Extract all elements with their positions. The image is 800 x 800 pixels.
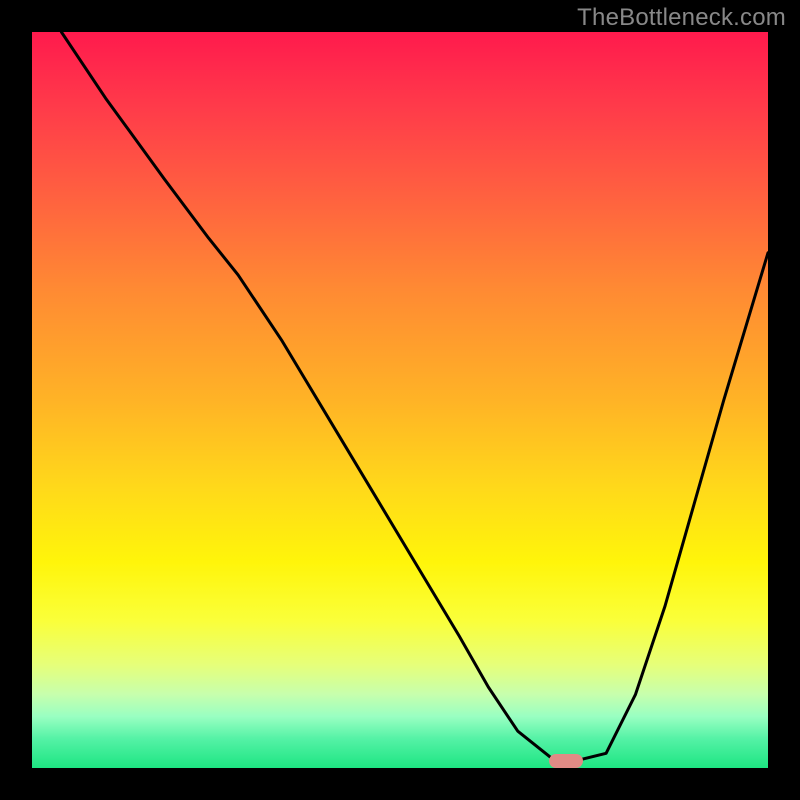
chart-frame: TheBottleneck.com xyxy=(0,0,800,800)
plot-area xyxy=(32,32,768,768)
minimum-marker xyxy=(549,754,583,768)
watermark-text: TheBottleneck.com xyxy=(577,4,786,32)
line-series xyxy=(32,32,768,768)
